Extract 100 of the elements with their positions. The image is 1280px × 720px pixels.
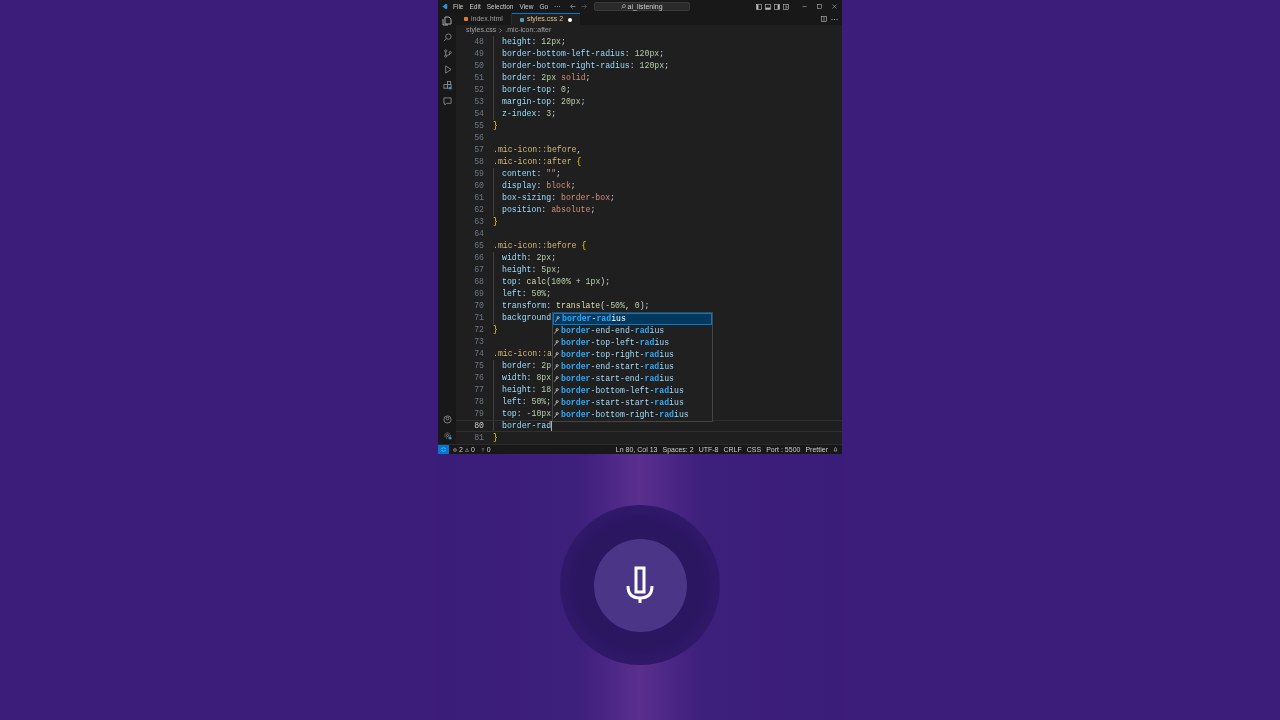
line-number: 52 <box>473 83 484 96</box>
extensions-icon[interactable] <box>442 81 452 90</box>
code-line: left: 50%; <box>502 395 552 408</box>
line-number: 70 <box>473 299 484 312</box>
line-number: 49 <box>473 47 484 60</box>
wrench-icon <box>553 400 561 406</box>
code-line: top: calc(100% + 1px); <box>502 275 611 288</box>
line-number: 50 <box>473 59 484 72</box>
line-number: 60 <box>473 179 484 192</box>
code-line: box-sizing: border-box; <box>502 191 616 204</box>
line-number: 59 <box>473 167 484 180</box>
line-number: 63 <box>473 215 484 228</box>
code-line: border: 2px solid; <box>502 71 591 84</box>
line-number: 62 <box>473 203 484 216</box>
warning-icon <box>464 447 469 452</box>
maximize-icon[interactable] <box>817 4 822 9</box>
line-number: 71 <box>473 311 484 324</box>
code-line: border-bottom-left-radius: 120px; <box>502 47 665 60</box>
suggestion-item[interactable]: border-start-end-radius <box>553 373 712 385</box>
code-line: .mic-icon::before, <box>493 143 582 156</box>
line-number: 58 <box>473 155 484 168</box>
suggestion-item[interactable]: border-top-right-radius <box>553 349 712 361</box>
line-number: 64 <box>473 227 484 240</box>
line-number: 65 <box>473 239 484 252</box>
line-number: 55 <box>473 119 484 132</box>
wrench-icon <box>553 340 561 346</box>
close-icon[interactable] <box>832 4 837 9</box>
back-arrow-icon[interactable] <box>569 4 576 9</box>
suggestion-item[interactable]: border-bottom-left-radius <box>553 385 712 397</box>
wrench-icon <box>553 352 561 358</box>
text-cursor <box>551 421 553 431</box>
line-number: 57 <box>473 143 484 156</box>
chat-icon[interactable] <box>442 97 452 106</box>
code-line: top: -10px <box>502 407 552 420</box>
files-icon[interactable] <box>442 16 452 26</box>
line-number: 76 <box>473 371 484 384</box>
code-line: height: 12px; <box>502 36 566 48</box>
microphone-icon <box>625 566 655 604</box>
account-icon[interactable] <box>442 415 452 424</box>
suggestion-item[interactable]: border-radius <box>553 313 712 325</box>
code-line: } <box>493 431 498 444</box>
search-icon <box>620 4 626 9</box>
line-number: 67 <box>473 263 484 276</box>
line-number: 74 <box>473 347 484 360</box>
line-number: 73 <box>473 335 484 348</box>
code-line: .mic-icon::before { <box>493 239 587 252</box>
settings-icon[interactable] <box>442 431 452 440</box>
line-number: 78 <box>473 395 484 408</box>
line-number: 72 <box>473 323 484 336</box>
antenna-icon <box>480 447 485 452</box>
code-line: z-index: 3; <box>502 107 557 120</box>
code-line: transform: translate(-50%, 0); <box>502 299 650 312</box>
split-editor-icon[interactable] <box>821 16 827 22</box>
search-icon[interactable] <box>442 33 452 42</box>
code-line: border-top: 0; <box>502 83 571 96</box>
line-number: 68 <box>473 275 484 288</box>
layout-icon[interactable] <box>774 3 780 10</box>
more-actions-icon[interactable] <box>831 17 838 21</box>
line-number: 69 <box>473 287 484 300</box>
line-number: 56 <box>473 131 484 144</box>
line-number: 51 <box>473 71 484 84</box>
source-control-icon[interactable] <box>442 49 452 58</box>
suggestion-item[interactable]: border-top-left-radius <box>553 337 712 349</box>
wrench-icon <box>553 388 561 394</box>
line-number: 54 <box>473 107 484 120</box>
line-number: 66 <box>473 251 484 264</box>
line-number: 61 <box>473 191 484 204</box>
suggestion-item[interactable]: border-start-start-radius <box>553 397 712 409</box>
code-line: position: absolute; <box>502 203 596 216</box>
suggestion-item[interactable]: border-end-start-radius <box>553 361 712 373</box>
code-line: border: 2p <box>502 359 552 372</box>
code-line: border-rad <box>502 419 552 432</box>
code-line: width: 2px; <box>502 251 557 264</box>
line-number: 48 <box>473 36 484 48</box>
code-line: display: block; <box>502 179 576 192</box>
line-number: 53 <box>473 95 484 108</box>
code-line: .mic-icon::a <box>493 347 552 360</box>
code-line: } <box>493 119 498 132</box>
code-line: width: 8px <box>502 371 552 384</box>
suggestion-item[interactable]: border-end-end-radius <box>553 325 712 337</box>
wrench-icon <box>553 412 561 418</box>
layout-icon[interactable] <box>765 3 771 10</box>
notifications-icon[interactable] <box>833 447 838 452</box>
run-debug-icon[interactable] <box>442 65 452 74</box>
error-icon <box>453 447 457 452</box>
layout-icon[interactable] <box>756 3 762 10</box>
line-number: 81 <box>473 431 484 444</box>
layout-icon[interactable] <box>783 3 789 10</box>
code-line: .mic-icon::after { <box>493 155 582 168</box>
line-number: 79 <box>473 407 484 420</box>
code-line: } <box>493 215 498 228</box>
code-line: height: 5px; <box>502 263 561 276</box>
minimize-icon[interactable] <box>802 4 807 9</box>
line-number: 75 <box>473 359 484 372</box>
code-line: left: 50%; <box>502 287 552 300</box>
remote-icon <box>441 447 446 452</box>
suggestion-item[interactable]: border-bottom-right-radius <box>553 409 712 421</box>
line-number: 77 <box>473 383 484 396</box>
chevron-icon <box>499 28 503 33</box>
wrench-icon <box>554 316 562 322</box>
